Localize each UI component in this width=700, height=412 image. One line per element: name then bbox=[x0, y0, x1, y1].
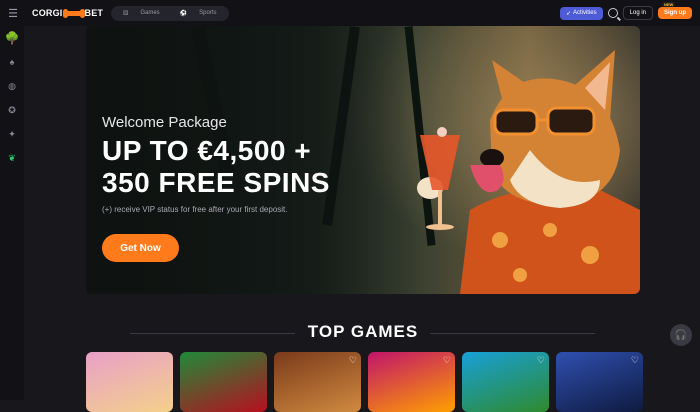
menu-icon[interactable]: ☰ bbox=[0, 0, 26, 26]
bone-icon bbox=[62, 8, 85, 18]
corgi-mascot-illustration bbox=[417, 50, 640, 294]
activities-button[interactable]: ➶ Activities bbox=[559, 6, 603, 20]
chicken-game-card[interactable]: ♡ bbox=[368, 352, 455, 412]
leaf-icon[interactable]: ❦ bbox=[6, 152, 18, 164]
tree-icon[interactable]: 🌳 bbox=[5, 31, 20, 45]
gamepad-icon[interactable]: ✦ bbox=[6, 128, 18, 140]
support-icon[interactable]: 🎧 bbox=[670, 324, 692, 346]
sidebar: 🌳 ♠ ◍ ✪ ✦ ❦ bbox=[0, 26, 24, 400]
logo[interactable]: CORGI BET bbox=[32, 8, 103, 18]
signup-button[interactable]: NEW Sign up bbox=[658, 2, 692, 19]
tab-games[interactable]: ⚄ Games bbox=[113, 10, 170, 17]
games-row: ♡ ♡ ♡ ♡ bbox=[86, 352, 643, 412]
top-bar: ☰ CORGI BET ⚄ Games ⚽ Sports ➶ Activities L… bbox=[0, 0, 700, 26]
zeus-game-card[interactable] bbox=[86, 352, 173, 412]
favorite-heart-icon[interactable]: ♡ bbox=[537, 355, 545, 366]
dice-icon: ⚄ bbox=[123, 10, 129, 17]
favorite-heart-icon[interactable]: ♡ bbox=[631, 355, 639, 366]
get-now-button[interactable]: Get Now bbox=[102, 234, 179, 262]
storm-game-card[interactable]: ♡ bbox=[556, 352, 643, 412]
basketball-icon[interactable]: ◍ bbox=[6, 80, 18, 92]
new-badge: NEW bbox=[662, 2, 676, 7]
hero-subtext: (+) receive VIP status for free after yo… bbox=[102, 205, 288, 214]
package-label: Welcome Package bbox=[102, 114, 227, 131]
category-switch: ⚄ Games ⚽ Sports bbox=[111, 5, 229, 21]
section-title: TOP GAMES bbox=[307, 322, 419, 341]
hero-text-block: Welcome Package UP TO €4,500 + 350 FREE … bbox=[102, 114, 330, 214]
frog-game-card[interactable]: ♡ bbox=[462, 352, 549, 412]
logo-text-left: CORGI bbox=[32, 8, 63, 18]
logo-text-right: BET bbox=[84, 8, 104, 18]
headline-line-1: UP TO €4,500 + bbox=[102, 135, 312, 166]
search-icon[interactable] bbox=[607, 8, 618, 18]
soccer-icon[interactable]: ✪ bbox=[6, 104, 18, 116]
ball-icon: ⚽ bbox=[179, 10, 188, 17]
100-game-card[interactable] bbox=[180, 352, 267, 412]
cowboy-game-card[interactable]: ♡ bbox=[274, 352, 361, 412]
favorite-heart-icon[interactable]: ♡ bbox=[443, 355, 451, 366]
tab-sports[interactable]: ⚽ Sports bbox=[170, 10, 227, 17]
cards-icon[interactable]: ♠ bbox=[6, 56, 18, 68]
headline-line-2: 350 FREE SPINS bbox=[102, 167, 330, 198]
hero-banner: Welcome Package UP TO €4,500 + 350 FREE … bbox=[86, 26, 640, 294]
login-button[interactable]: Log in bbox=[622, 6, 653, 20]
rocket-icon: ➶ bbox=[565, 10, 571, 17]
favorite-heart-icon[interactable]: ♡ bbox=[349, 355, 357, 366]
